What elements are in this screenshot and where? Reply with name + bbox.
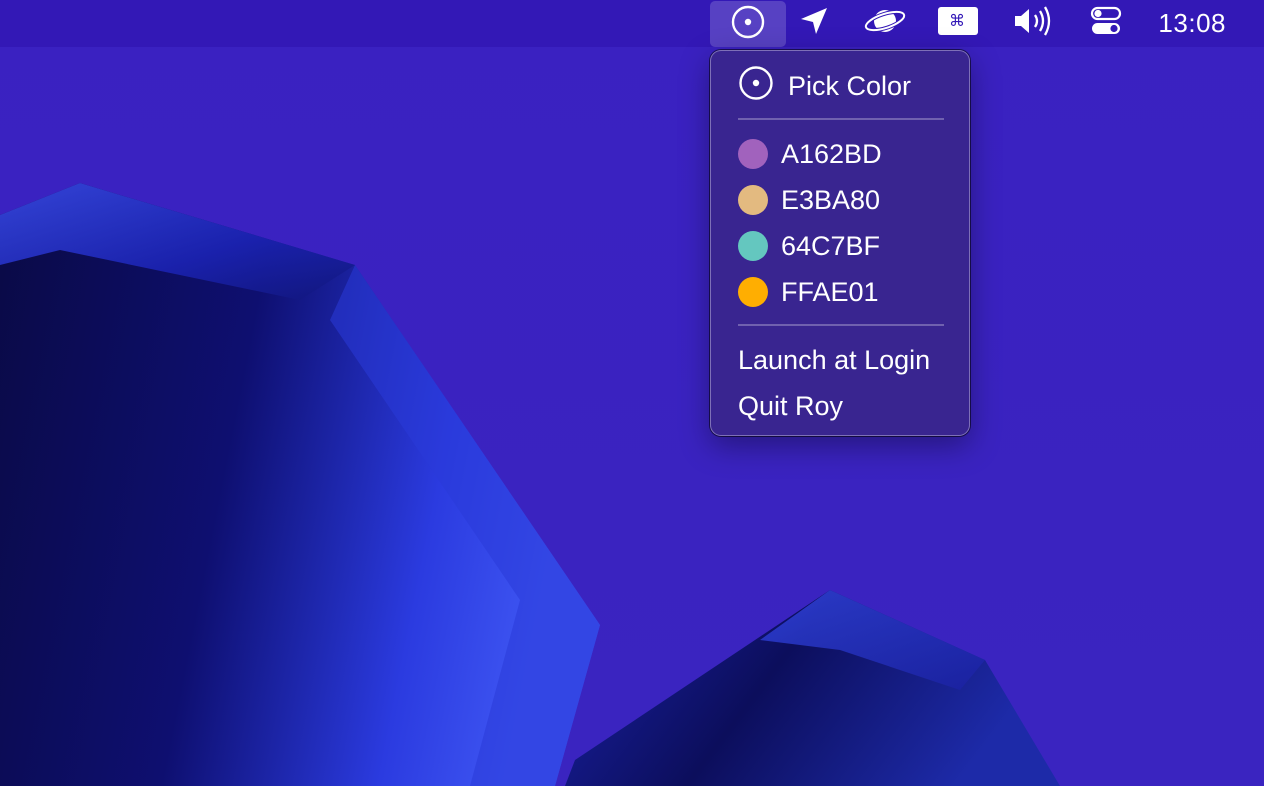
color-swatch [738, 185, 768, 215]
desktop-wallpaper [0, 0, 1264, 786]
menu-bar: ⌘ 13:08 [0, 0, 1264, 47]
color-picker-dropdown-menu: Pick Color A162BD E3BA80 64C7BF FFAE01 L… [710, 50, 970, 436]
color-history-item[interactable]: A162BD [738, 138, 949, 170]
color-picker-menu-extra[interactable] [710, 1, 786, 47]
color-hex-label: A162BD [781, 138, 882, 169]
launch-at-login-menu-item[interactable]: Launch at Login [738, 343, 949, 377]
keyboard-command-icon: ⌘ [936, 5, 980, 42]
eyedropper-target-icon [738, 65, 774, 108]
color-hex-label: E3BA80 [781, 184, 881, 215]
volume-menu-extra[interactable] [1008, 0, 1060, 47]
color-swatch [738, 231, 768, 261]
quit-menu-item[interactable]: Quit Roy [738, 389, 949, 423]
color-history-item[interactable]: FFAE01 [738, 276, 949, 308]
speaker-volume-icon [1011, 4, 1057, 43]
planet-icon [863, 5, 907, 42]
svg-text:⌘: ⌘ [949, 11, 965, 30]
color-history-item[interactable]: E3BA80 [738, 184, 949, 216]
location-arrow-icon [798, 5, 830, 42]
color-hex-label: 64C7BF [781, 230, 881, 261]
menubar-clock[interactable]: 13:08 [1158, 0, 1226, 47]
pick-color-menu-item[interactable]: Pick Color [738, 65, 949, 104]
menu-separator [738, 118, 944, 120]
color-swatch [738, 277, 768, 307]
keyboard-menu-extra[interactable]: ⌘ [934, 0, 982, 47]
menu-separator [738, 324, 944, 326]
control-center-menu-extra[interactable] [1086, 0, 1126, 47]
color-history-item[interactable]: 64C7BF [738, 230, 949, 262]
pick-color-label: Pick Color [788, 70, 912, 101]
eyedropper-target-icon [730, 4, 766, 45]
planet-menu-extra[interactable] [860, 0, 910, 47]
color-swatch [738, 139, 768, 169]
color-hex-label: FFAE01 [781, 276, 879, 307]
control-center-toggle-icon [1089, 5, 1123, 42]
location-menu-extra[interactable] [794, 0, 834, 47]
